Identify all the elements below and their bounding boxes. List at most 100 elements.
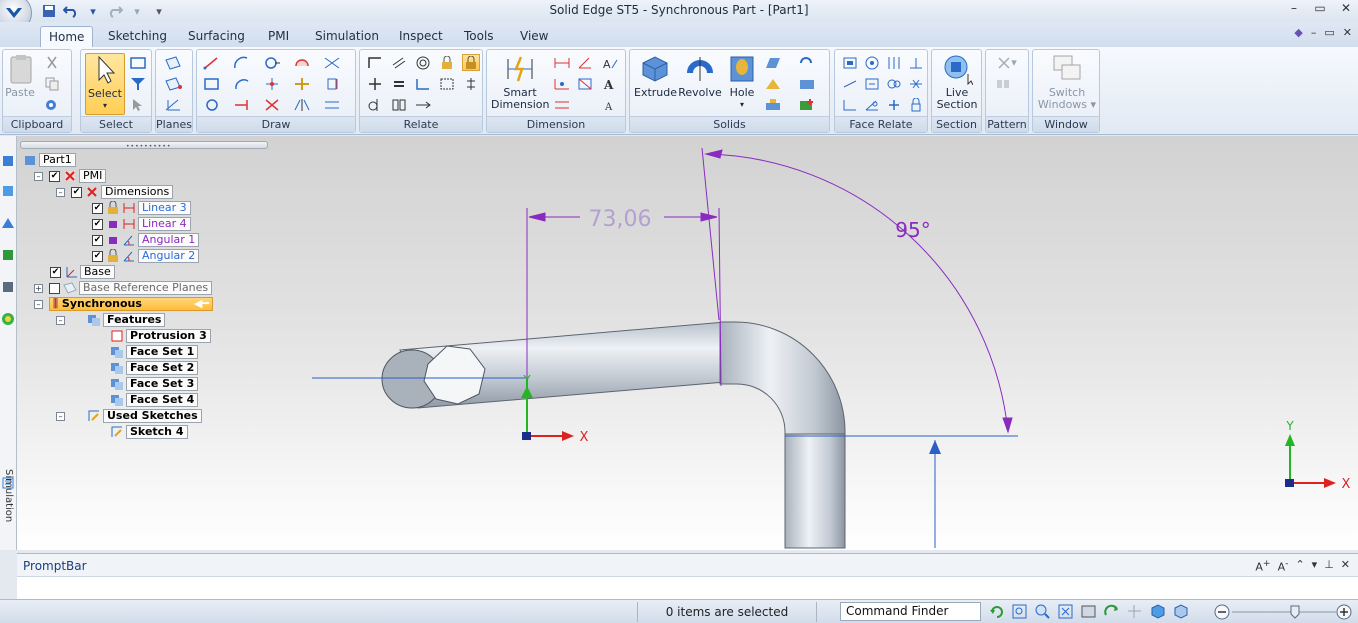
tree-node-linear4[interactable]: ✔ Linear 4	[92, 217, 191, 231]
paste-button[interactable]: Paste	[5, 53, 35, 99]
draft-icon[interactable]	[798, 75, 816, 92]
tree-node-part[interactable]: Part1	[23, 153, 76, 167]
filter-icon[interactable]	[129, 75, 147, 92]
visibility-checkbox[interactable]: ✔	[49, 170, 60, 182]
project-to-sketch-icon[interactable]	[323, 54, 341, 71]
aligned-hole-icon[interactable]	[841, 96, 859, 113]
collapse-icon[interactable]: –	[34, 299, 43, 309]
tab-home[interactable]: Home	[40, 26, 94, 47]
smart-dimension-button[interactable]: Smart Dimension	[491, 53, 549, 111]
feature-library-tab-icon[interactable]	[1, 216, 15, 230]
pattern-icon[interactable]	[798, 54, 816, 71]
rotate-icon[interactable]	[1103, 603, 1120, 620]
pipe-vertical-segment[interactable]	[784, 433, 846, 549]
visibility-checkbox[interactable]: ✔	[50, 266, 61, 278]
pathfinder-tab-icon[interactable]	[1, 154, 15, 168]
layers-tab-icon[interactable]	[1, 184, 15, 198]
help-icon[interactable]: ◆	[1294, 26, 1302, 39]
arc-icon[interactable]	[233, 54, 251, 71]
zoom-area-icon[interactable]	[1011, 603, 1028, 620]
tab-surfacing[interactable]: Surfacing	[180, 26, 253, 47]
tree-node-angular2[interactable]: ✔ Angular 2	[92, 248, 200, 263]
visibility-checkbox[interactable]: ✔	[92, 250, 103, 262]
tree-node-base-reference-planes[interactable]: + Base Reference Planes	[34, 281, 213, 295]
visibility-checkbox[interactable]: ✔	[92, 202, 103, 214]
tree-node-features[interactable]: – Features	[56, 313, 166, 327]
view-orientation-icon[interactable]	[1149, 603, 1166, 620]
pathfinder-resize-handle[interactable]: ••••••••••	[20, 141, 268, 150]
linear-dimension-value[interactable]: 73,06	[589, 207, 652, 232]
collapse-icon[interactable]: –	[56, 187, 65, 197]
simulation-tab-icon[interactable]	[1, 312, 15, 326]
line-icon[interactable]	[203, 54, 221, 71]
rigid-face-icon[interactable]	[885, 96, 903, 113]
fill-region-icon[interactable]	[293, 54, 311, 71]
concentric-icon[interactable]	[414, 54, 432, 71]
hole-button[interactable]: Hole ▾	[724, 53, 760, 111]
arc-by-center-icon[interactable]	[233, 75, 251, 92]
tree-node-faceset4[interactable]: Face Set 4	[110, 393, 199, 407]
expand-icon[interactable]: +	[34, 283, 43, 293]
tab-sketching[interactable]: Sketching	[100, 26, 175, 47]
spin-about-icon[interactable]	[1126, 603, 1143, 620]
pipe-straight-segment[interactable]	[381, 321, 726, 409]
collapse-up-icon[interactable]: ⌃	[1295, 558, 1304, 574]
tangent-arrow-icon[interactable]	[414, 96, 432, 113]
symmetric-diameter-icon[interactable]	[553, 96, 571, 113]
collinear-icon[interactable]	[366, 96, 384, 113]
visibility-checkbox[interactable]: ✔	[71, 186, 82, 198]
parallel-face-icon[interactable]	[885, 54, 903, 71]
select-button[interactable]: Select ▾	[85, 53, 125, 115]
zoom-icon[interactable]	[1034, 603, 1051, 620]
rigid-set-icon[interactable]	[438, 75, 456, 92]
pan-icon[interactable]	[1080, 603, 1097, 620]
visibility-checkbox[interactable]: ✔	[92, 234, 103, 246]
relationship-assistant-icon[interactable]	[462, 54, 480, 71]
delete-curve-icon[interactable]	[263, 96, 281, 113]
parallel-plane-icon[interactable]	[164, 75, 182, 92]
tab-simulation[interactable]: Simulation	[307, 26, 387, 47]
tree-node-synchronous[interactable]: – ⫼ Synchronous ◀━	[34, 297, 213, 311]
zoom-slider[interactable]	[1214, 603, 1354, 621]
switch-windows-button[interactable]: Switch Windows ▾	[1037, 53, 1097, 111]
equal-radius-icon[interactable]	[863, 75, 881, 92]
angle-between-icon[interactable]	[577, 54, 595, 71]
collapse-icon[interactable]: –	[34, 171, 43, 181]
pipe-bend-segment[interactable]	[719, 321, 846, 437]
copy-icon[interactable]	[43, 75, 61, 92]
dropdown-icon[interactable]: ▾	[1312, 558, 1318, 574]
fit-icon[interactable]	[1057, 603, 1074, 620]
live-section-button[interactable]: Live Section	[936, 53, 978, 111]
minimize-icon[interactable]: –	[1286, 1, 1302, 15]
horizontal-vertical-icon[interactable]	[414, 75, 432, 92]
doc-minimize-icon[interactable]: –	[1311, 26, 1317, 39]
trim-curve-icon[interactable]	[263, 54, 281, 71]
lock-icon[interactable]	[438, 54, 456, 71]
sensors-tab-icon[interactable]	[1, 280, 15, 294]
view-style-icon[interactable]	[1172, 603, 1189, 620]
doc-restore-icon[interactable]: ▭	[1324, 26, 1334, 39]
distance-between-icon[interactable]	[553, 54, 571, 71]
refresh-icon[interactable]	[988, 603, 1005, 620]
angle-dimension-value[interactable]: 95°	[895, 218, 930, 242]
symmetric-face-icon[interactable]	[907, 75, 925, 92]
thin-wall-icon[interactable]	[764, 75, 782, 92]
tree-node-faceset3[interactable]: Face Set 3	[110, 377, 199, 391]
properties-tab-icon[interactable]	[1, 476, 15, 490]
cut-icon[interactable]	[43, 54, 61, 71]
perpendicular-icon[interactable]	[366, 54, 384, 71]
rectangle-icon[interactable]	[203, 75, 221, 92]
close-icon[interactable]: ✕	[1338, 1, 1354, 15]
tangent-face-icon[interactable]	[885, 75, 903, 92]
tree-node-sketch4[interactable]: Sketch 4	[110, 425, 188, 439]
revolve-button[interactable]: Revolve	[678, 53, 722, 99]
offset-face-icon[interactable]	[841, 75, 859, 92]
visibility-checkbox[interactable]: ✔	[92, 218, 103, 230]
font-larger-icon[interactable]: A+	[1255, 558, 1270, 574]
selection-manager-icon[interactable]	[129, 96, 147, 113]
tree-node-faceset1[interactable]: Face Set 1	[110, 345, 199, 359]
construction-icon[interactable]	[323, 96, 341, 113]
maximize-icon[interactable]: ▭	[1312, 1, 1328, 15]
collapse-icon[interactable]: –	[56, 315, 65, 325]
parallel-icon[interactable]	[390, 54, 408, 71]
